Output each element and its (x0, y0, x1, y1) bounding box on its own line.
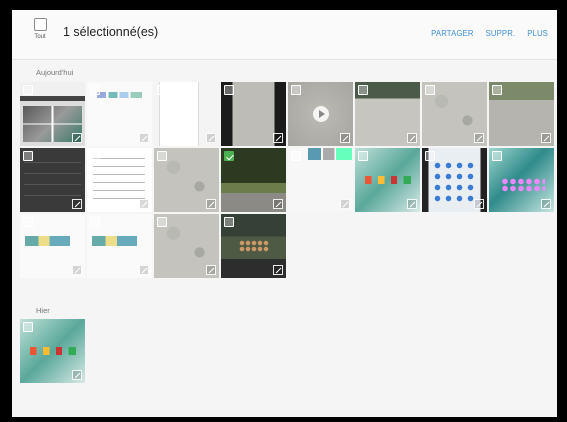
toolbar-actions: PARTAGER SUPPR. PLUS (431, 29, 548, 38)
checkbox-icon[interactable] (425, 85, 435, 95)
photo-thumbnail[interactable] (422, 148, 487, 212)
expand-icon[interactable] (340, 133, 350, 143)
photo-thumbnail[interactable] (221, 148, 286, 212)
photo-thumbnail[interactable] (154, 82, 219, 146)
expand-icon[interactable] (72, 265, 82, 275)
photo-thumbnail[interactable] (355, 148, 420, 212)
checkbox-icon[interactable] (157, 151, 167, 161)
expand-icon[interactable] (72, 133, 82, 143)
expand-icon[interactable] (273, 199, 283, 209)
gallery-screen: Tout 1 sélectionné(es) PARTAGER SUPPR. P… (12, 10, 557, 417)
checkbox-icon[interactable] (90, 151, 100, 161)
delete-button[interactable]: SUPPR. (486, 29, 516, 38)
share-button[interactable]: PARTAGER (431, 29, 473, 38)
checkbox-icon[interactable] (23, 151, 33, 161)
checkbox-icon[interactable] (157, 217, 167, 227)
expand-icon[interactable] (139, 265, 149, 275)
photo-grid-yesterday (20, 319, 554, 383)
checked-checkbox-icon[interactable] (224, 151, 234, 161)
photo-thumbnail[interactable] (489, 148, 554, 212)
checkbox-icon[interactable] (492, 85, 502, 95)
expand-icon[interactable] (541, 199, 551, 209)
expand-icon[interactable] (72, 370, 82, 380)
photo-thumbnail[interactable] (422, 82, 487, 146)
checkbox-icon[interactable] (358, 85, 368, 95)
checkbox-icon[interactable] (224, 217, 234, 227)
more-button[interactable]: PLUS (527, 29, 548, 38)
select-all-checkbox[interactable] (33, 18, 47, 31)
photo-thumbnail[interactable] (87, 82, 152, 146)
expand-icon[interactable] (72, 199, 82, 209)
section-header-today: Aujourd'hui (36, 68, 74, 77)
expand-icon[interactable] (206, 199, 216, 209)
expand-icon[interactable] (273, 133, 283, 143)
checkbox-icon[interactable] (23, 322, 33, 332)
expand-icon[interactable] (474, 133, 484, 143)
checkbox-icon[interactable] (358, 151, 368, 161)
photo-thumbnail[interactable] (87, 214, 152, 278)
photo-thumbnail[interactable] (288, 82, 353, 146)
photo-thumbnail[interactable] (20, 214, 85, 278)
checkbox-icon[interactable] (492, 151, 502, 161)
photo-thumbnail[interactable] (221, 214, 286, 278)
photo-thumbnail[interactable] (489, 82, 554, 146)
selected-count: 1 sélectionné(es) (63, 25, 159, 39)
photo-thumbnail[interactable] (154, 148, 219, 212)
checkbox-icon[interactable] (90, 217, 100, 227)
expand-icon[interactable] (474, 199, 484, 209)
expand-icon[interactable] (340, 199, 350, 209)
select-all-toggle[interactable]: Tout (22, 18, 58, 52)
expand-icon[interactable] (206, 133, 216, 143)
expand-icon[interactable] (139, 199, 149, 209)
expand-icon[interactable] (541, 133, 551, 143)
photo-thumbnail[interactable] (221, 82, 286, 146)
checkbox-icon[interactable] (291, 151, 301, 161)
expand-icon[interactable] (273, 265, 283, 275)
select-all-label: Tout (34, 34, 46, 40)
checkbox-icon[interactable] (90, 85, 100, 95)
expand-icon[interactable] (407, 133, 417, 143)
photo-thumbnail[interactable] (355, 82, 420, 146)
selection-toolbar: Tout 1 sélectionné(es) PARTAGER SUPPR. P… (12, 10, 557, 60)
section-header-yesterday: Hier (36, 306, 50, 315)
photo-thumbnail[interactable] (20, 319, 85, 383)
expand-icon[interactable] (139, 133, 149, 143)
play-icon[interactable] (313, 106, 329, 122)
photo-thumbnail[interactable] (288, 148, 353, 212)
photo-thumbnail[interactable] (20, 148, 85, 212)
expand-icon[interactable] (206, 265, 216, 275)
checkbox-icon[interactable] (23, 217, 33, 227)
photo-thumbnail[interactable] (154, 214, 219, 278)
checkbox-icon[interactable] (224, 85, 234, 95)
photo-grid-today (20, 82, 554, 278)
expand-icon[interactable] (407, 199, 417, 209)
checkbox-icon[interactable] (157, 85, 167, 95)
checkbox-icon[interactable] (425, 151, 435, 161)
checkbox-icon[interactable] (291, 85, 301, 95)
checkbox-icon[interactable] (23, 85, 33, 95)
photo-thumbnail[interactable] (20, 82, 85, 146)
photo-thumbnail[interactable] (87, 148, 152, 212)
